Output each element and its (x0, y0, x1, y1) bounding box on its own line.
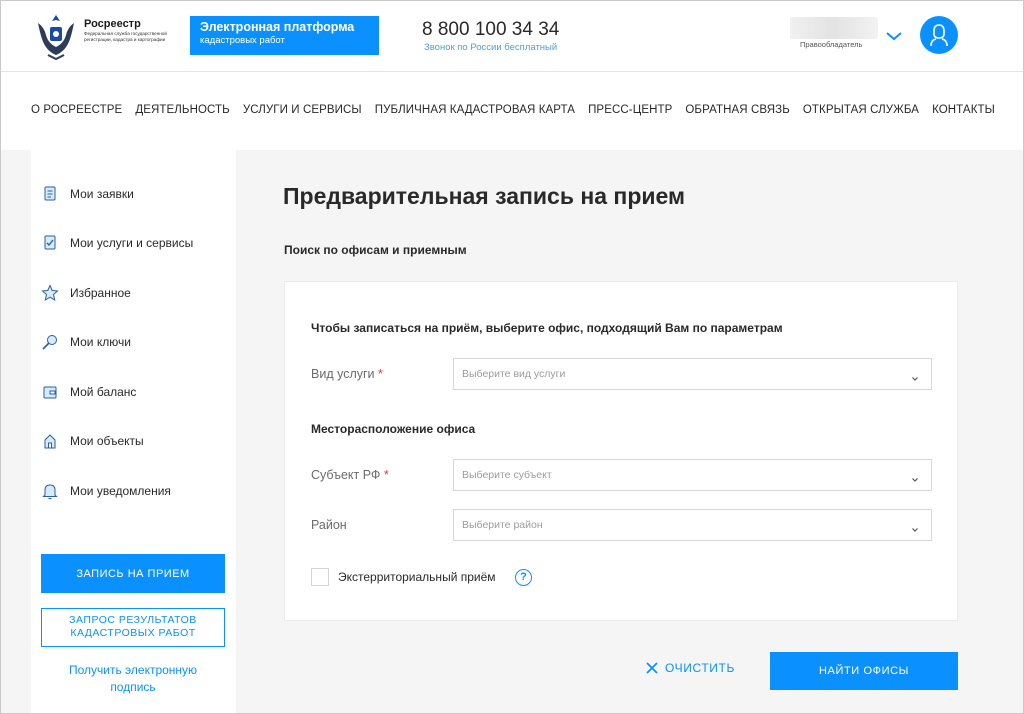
checklist-icon (41, 234, 59, 252)
bell-icon (41, 482, 59, 500)
wallet-icon (41, 383, 59, 401)
sidebar-item-balance[interactable]: Мой баланс (41, 380, 136, 404)
sidebar-item-label: Мои заявки (70, 187, 134, 201)
sidebar-item-label: Мой баланс (70, 385, 137, 399)
sidebar-item-notifications[interactable]: Мои уведомления (41, 479, 171, 503)
nav-item-contacts[interactable]: КОНТАКТЫ (932, 104, 995, 116)
user-icon (930, 24, 948, 47)
site-header: Росреестр Федеральная служба государстве… (0, 0, 1024, 72)
sidebar-item-label: Избранное (70, 286, 131, 300)
hotline-phone[interactable]: 8 800 100 34 34 (422, 19, 559, 41)
platform-title: Электронная платформа (200, 20, 355, 34)
subject-label: Субъект РФ * (311, 468, 389, 482)
select-placeholder: Выберите район (462, 519, 543, 531)
service-type-label: Вид услуги * (311, 367, 383, 381)
rosreestr-emblem-icon[interactable] (30, 11, 82, 61)
sidebar-item-keys[interactable]: Мои ключи (41, 330, 131, 354)
form-heading: Чтобы записаться на приём, выберите офис… (311, 321, 783, 335)
house-icon (41, 432, 59, 450)
star-icon (41, 284, 59, 302)
document-icon (41, 185, 59, 203)
sidebar-item-label: Мои ключи (70, 335, 131, 349)
office-search-form: Чтобы записаться на приём, выберите офис… (284, 281, 958, 621)
account-sidebar: Мои заявки Мои услуги и сервисы Избранно… (31, 150, 236, 714)
button-line: КАДАСТРОВЫХ РАБОТ (70, 627, 196, 639)
help-icon[interactable]: ? (515, 569, 532, 586)
link-line: Получить электронную (68, 663, 198, 677)
subject-select[interactable]: Выберите субъект (453, 459, 932, 491)
office-location-heading: Месторасположение офиса (311, 422, 476, 436)
extraterritorial-label[interactable]: Экстерриториальный приём (338, 570, 496, 584)
logo-title: Росреестр (84, 18, 141, 30)
clear-button-label: ОЧИСТИТЬ (665, 661, 735, 675)
sidebar-item-requests[interactable]: Мои заявки (41, 182, 134, 206)
link-line: подпись (110, 680, 156, 694)
user-avatar[interactable] (920, 16, 958, 54)
chevron-down-icon[interactable] (885, 29, 903, 41)
appointment-button[interactable]: ЗАПИСЬ НА ПРИЕМ (41, 554, 225, 593)
key-icon (41, 333, 59, 351)
select-placeholder: Выберите вид услуги (462, 368, 566, 380)
search-section-label: Поиск по офисам и приемным (284, 243, 467, 257)
clear-button[interactable]: ОЧИСТИТЬ (645, 659, 735, 677)
find-offices-button[interactable]: НАЙТИ ОФИСЫ (770, 652, 958, 690)
sidebar-item-favorites[interactable]: Избранное (41, 281, 131, 305)
nav-item-about[interactable]: О РОСРЕЕСТРЕ (31, 104, 122, 116)
nav-item-activity[interactable]: ДЕЯТЕЛЬНОСТЬ (135, 104, 230, 116)
service-type-select[interactable]: Выберите вид услуги (453, 358, 932, 390)
nav-item-open-service[interactable]: ОТКРЫТАЯ СЛУЖБА (803, 104, 919, 116)
platform-subtitle: кадастровых работ (200, 35, 285, 46)
close-icon (646, 662, 658, 674)
platform-badge[interactable]: Электронная платформа кадастровых работ (190, 16, 379, 55)
page-title: Предварительная запись на прием (283, 183, 686, 209)
chevron-down-icon (911, 521, 919, 532)
required-mark: * (378, 367, 383, 381)
required-mark: * (383, 468, 389, 482)
hotline-caption: Звонок по России бесплатный (424, 42, 558, 53)
select-placeholder: Выберите субъект (462, 469, 552, 481)
sidebar-item-label: Мои услуги и сервисы (70, 236, 194, 250)
logo-subtitle: Федеральная служба государственной регис… (84, 31, 167, 42)
user-name-blurred (790, 17, 878, 39)
nav-item-cadastral-map[interactable]: ПУБЛИЧНАЯ КАДАСТРОВАЯ КАРТА (375, 104, 575, 116)
nav-item-press[interactable]: ПРЕСС-ЦЕНТР (588, 104, 672, 116)
nav-item-feedback[interactable]: ОБРАТНАЯ СВЯЗЬ (685, 104, 789, 116)
extraterritorial-checkbox[interactable] (311, 568, 329, 586)
cadastral-results-request-button[interactable]: ЗАПРОС РЕЗУЛЬТАТОВ КАДАСТРОВЫХ РАБОТ (41, 608, 225, 647)
sidebar-item-services[interactable]: Мои услуги и сервисы (41, 231, 193, 255)
district-label: Район (311, 518, 347, 532)
nav-item-services[interactable]: УСЛУГИ И СЕРВИСЫ (243, 104, 362, 116)
chevron-down-icon (911, 471, 919, 482)
sidebar-item-objects[interactable]: Мои объекты (41, 429, 144, 453)
button-line: ЗАПРОС РЕЗУЛЬТАТОВ (69, 614, 197, 626)
district-select[interactable]: Выберите район (453, 509, 932, 541)
get-digital-signature-link[interactable]: Получить электронную подпись (41, 662, 225, 696)
user-role: Правообладатель (800, 40, 863, 49)
chevron-down-icon (911, 370, 919, 381)
sidebar-item-label: Мои уведомления (70, 484, 171, 498)
sidebar-item-label: Мои объекты (70, 434, 144, 448)
main-navigation: О РОСРЕЕСТРЕ ДЕЯТЕЛЬНОСТЬ УСЛУГИ И СЕРВИ… (0, 72, 1024, 150)
